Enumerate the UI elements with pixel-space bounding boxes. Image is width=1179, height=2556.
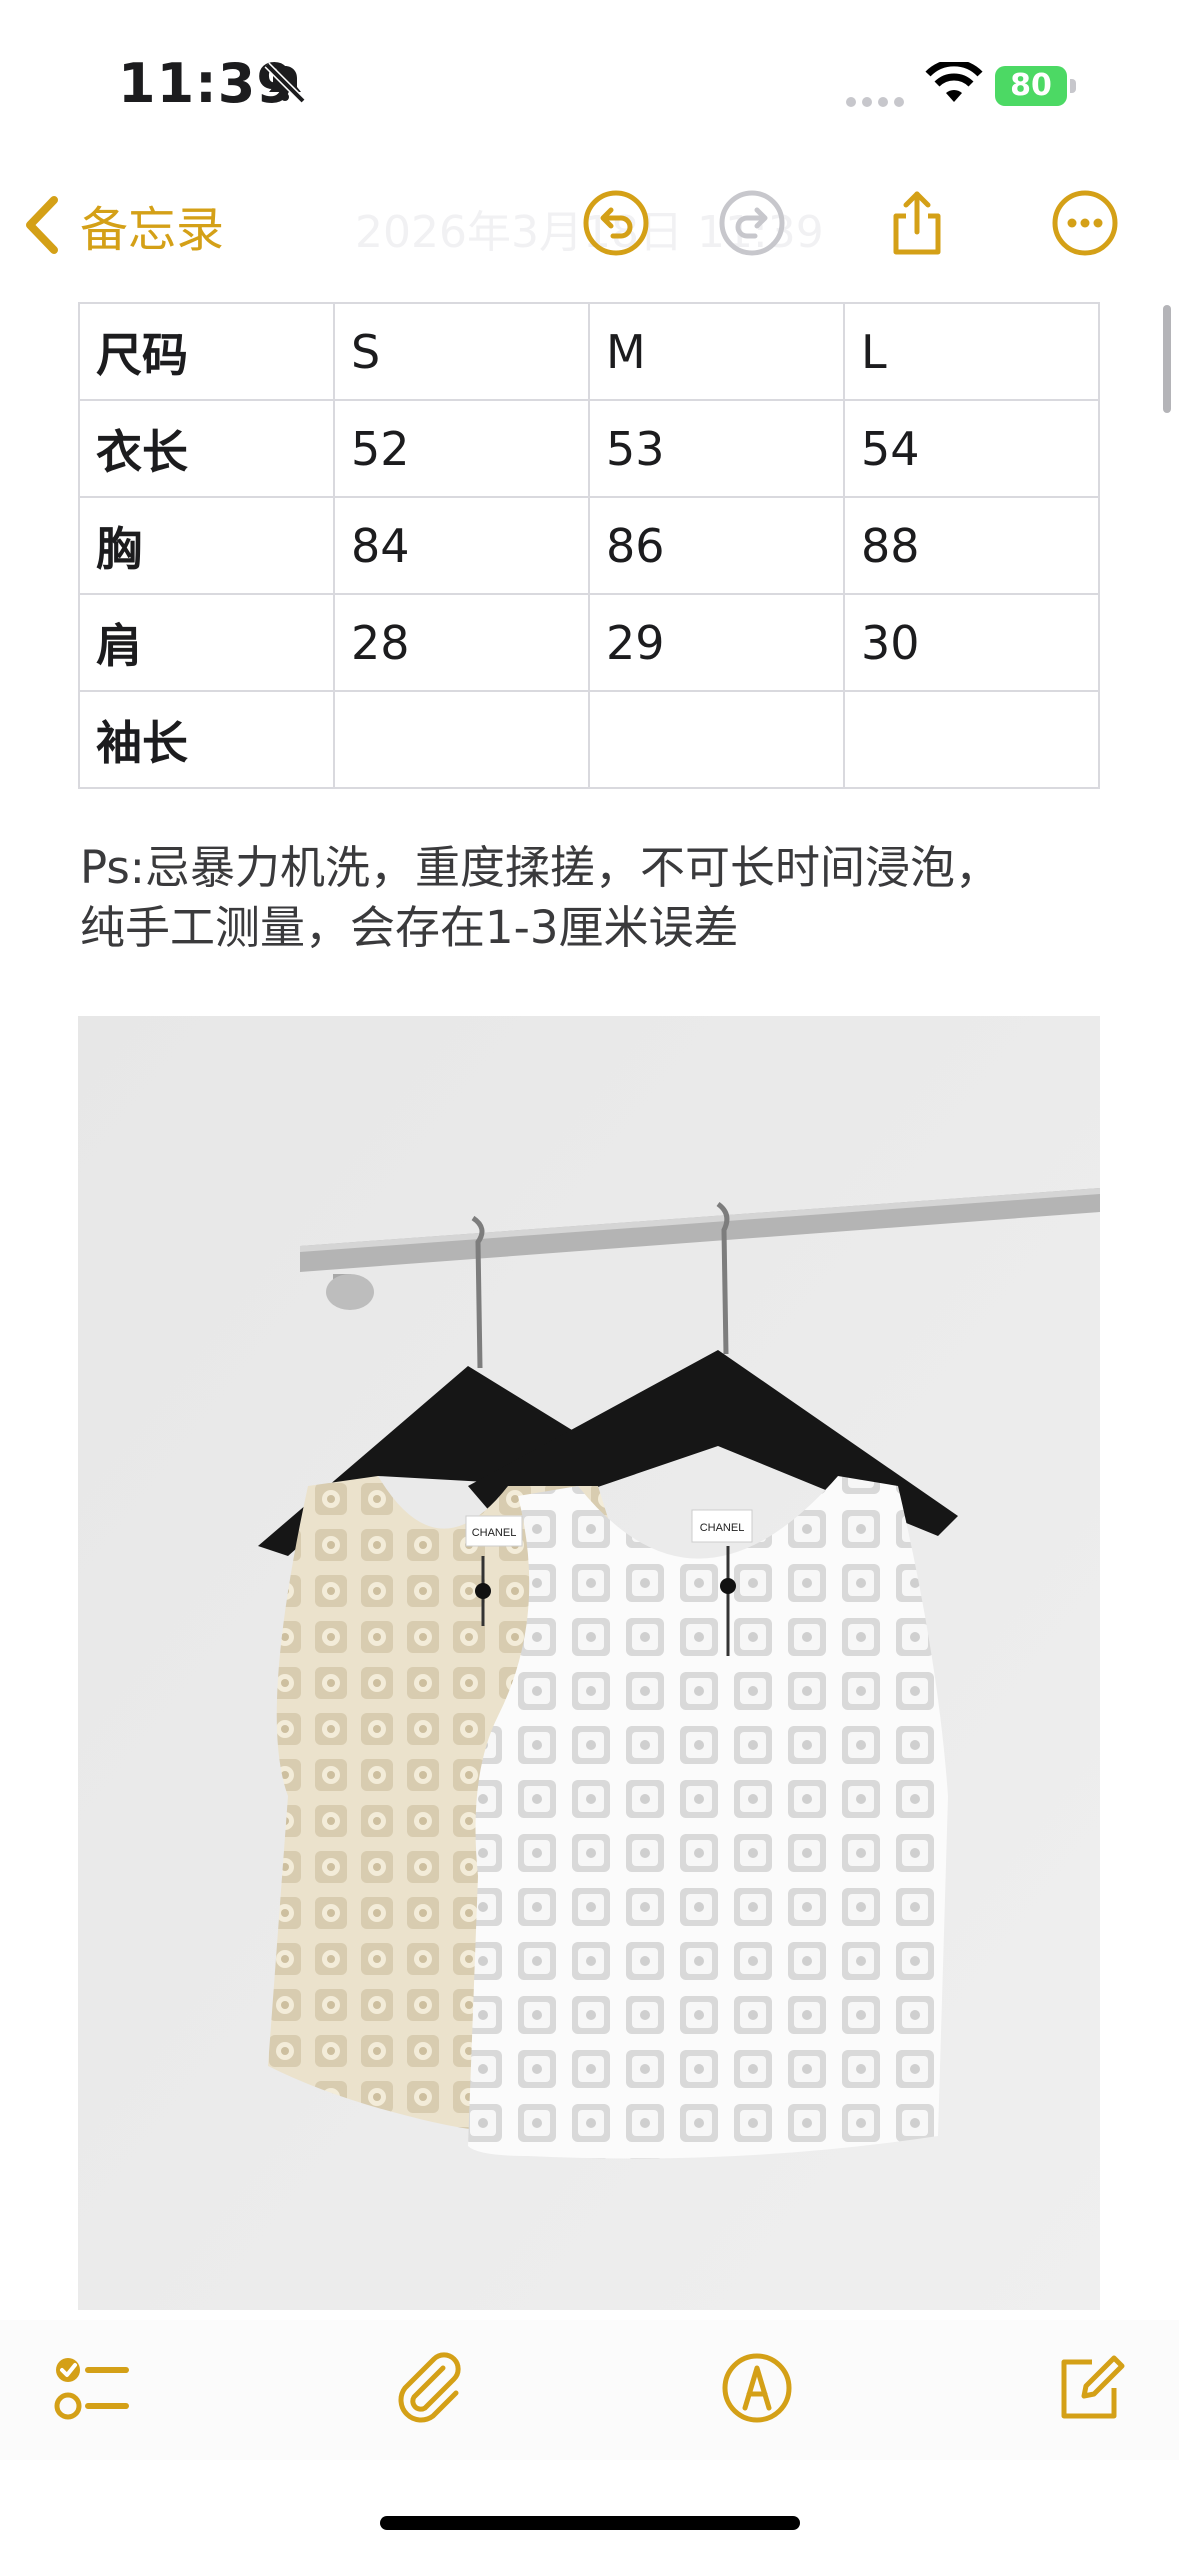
table-cell[interactable]: S (332, 302, 590, 401)
undo-icon[interactable] (581, 188, 651, 258)
status-bar: 11:39 80 (0, 0, 1179, 170)
table-row: 衣长 52 53 54 (78, 399, 1101, 498)
table-row: 袖长 (78, 690, 1101, 789)
note-line: Ps:忌暴力机洗，重度揉搓，不可长时间浸泡， (80, 841, 1000, 894)
table-cell[interactable] (842, 690, 1101, 789)
table-row: 尺码 S M L (78, 302, 1101, 401)
photo-label: CHANEL (700, 1522, 745, 1534)
table-cell[interactable]: 86 (587, 496, 845, 595)
battery-nub (1070, 79, 1076, 93)
share-icon[interactable] (882, 188, 952, 258)
paperclip-icon[interactable] (388, 2348, 468, 2428)
table-row: 肩 28 29 30 (78, 593, 1101, 692)
photo-label: CHANEL (472, 1527, 517, 1539)
compose-icon[interactable] (1050, 2348, 1130, 2428)
table-cell[interactable]: 54 (842, 399, 1101, 498)
table-cell[interactable]: 胸 (78, 496, 335, 595)
table-cell[interactable]: 88 (842, 496, 1101, 595)
battery-level: 80 (995, 66, 1067, 106)
markup-pen-icon[interactable] (717, 2348, 797, 2428)
table-cell[interactable]: 袖长 (78, 690, 335, 789)
chevron-left-icon (26, 196, 58, 254)
battery-indicator: 80 (995, 66, 1079, 108)
redo-icon[interactable] (717, 188, 787, 258)
note-text[interactable]: Ps:忌暴力机洗，重度揉搓，不可长时间浸泡， 纯手工测量，会存在1-3厘米误差 (80, 838, 1120, 958)
table-cell[interactable]: 尺码 (78, 302, 335, 401)
table-cell[interactable]: 28 (332, 593, 590, 692)
product-photo[interactable]: CHANEL CHANEL (78, 1016, 1100, 2310)
table-cell[interactable]: 肩 (78, 593, 335, 692)
table-cell[interactable]: 30 (842, 593, 1101, 692)
scroll-indicator (1163, 305, 1171, 413)
table-cell[interactable] (587, 690, 845, 789)
table-cell[interactable] (332, 690, 590, 789)
checklist-icon[interactable] (50, 2348, 130, 2428)
note-line: 纯手工测量，会存在1-3厘米误差 (80, 901, 739, 954)
back-button[interactable]: 备忘录 (22, 190, 224, 260)
back-label: 备忘录 (80, 202, 225, 258)
table-cell[interactable]: M (587, 302, 845, 401)
table-cell[interactable]: L (842, 302, 1101, 401)
signal-dots-icon (846, 97, 904, 107)
table-cell[interactable]: 53 (587, 399, 845, 498)
more-icon[interactable] (1050, 188, 1120, 258)
table-cell[interactable]: 52 (332, 399, 590, 498)
wifi-icon (925, 62, 983, 102)
table-cell[interactable]: 84 (332, 496, 590, 595)
size-table: 尺码 S M L 衣长 52 53 54 胸 84 86 88 肩 28 29 … (78, 302, 1101, 789)
home-indicator (380, 2516, 800, 2530)
table-cell[interactable]: 衣长 (78, 399, 335, 498)
bottom-toolbar (0, 2320, 1179, 2460)
table-row: 胸 84 86 88 (78, 496, 1101, 595)
table-cell[interactable]: 29 (587, 593, 845, 692)
bell-slash-icon (264, 62, 306, 104)
